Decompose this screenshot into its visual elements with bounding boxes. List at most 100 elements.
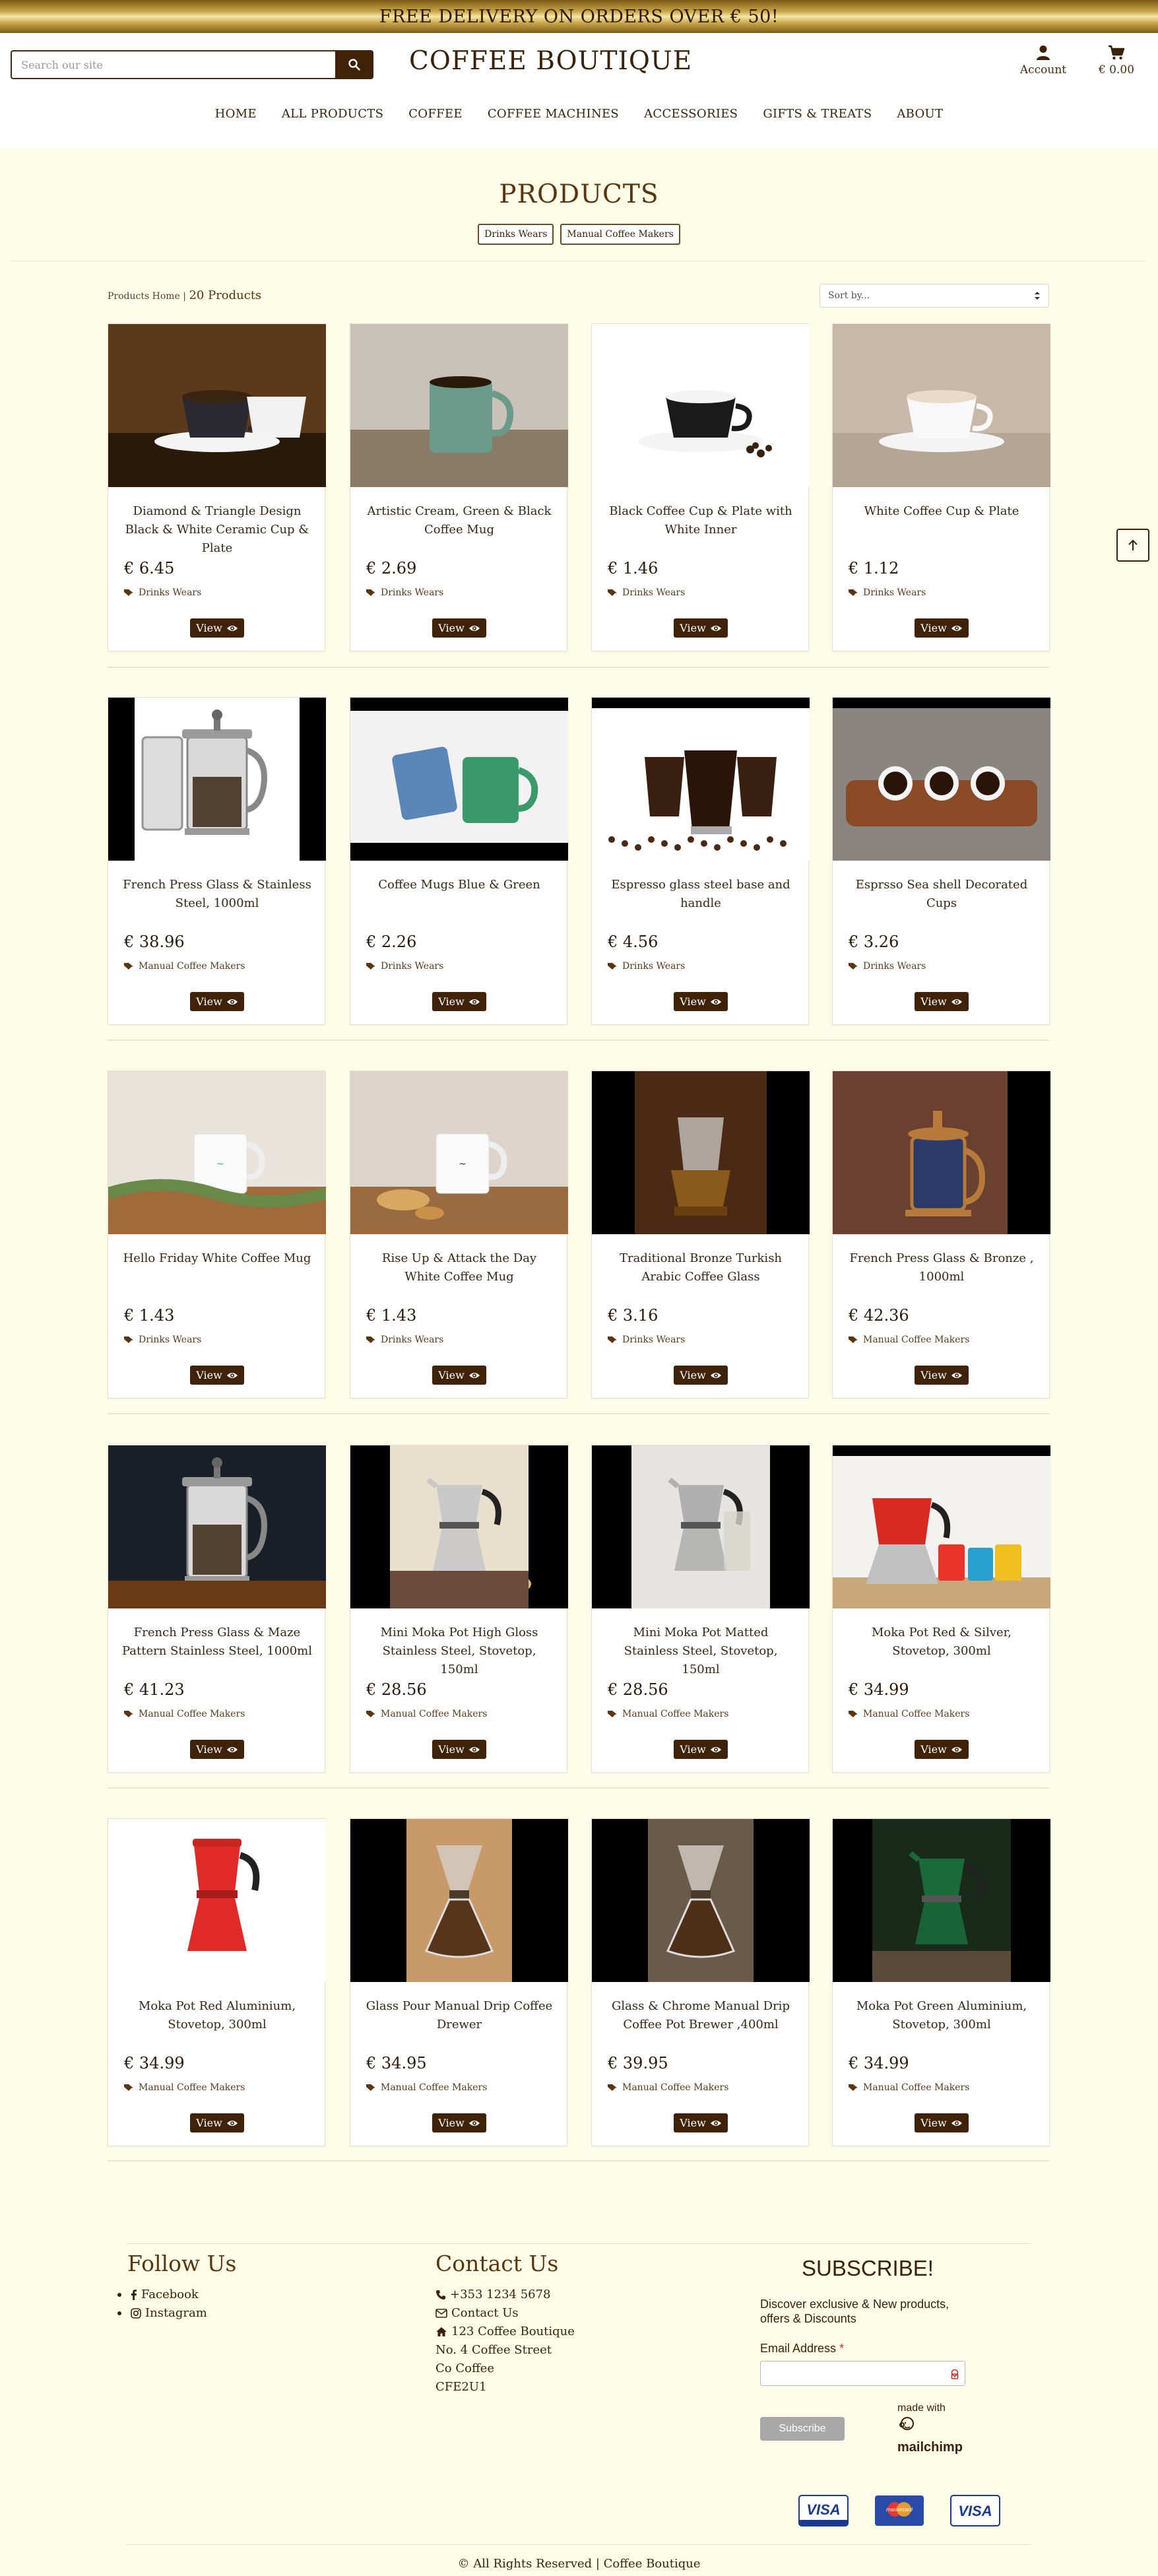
product-card[interactable]: Mini Moka Pot High Gloss Stainless Steel… bbox=[350, 1445, 568, 1773]
product-category[interactable]: Drinks Wears bbox=[366, 1335, 443, 1345]
product-title[interactable]: Moka Pot Red & Silver, Stovetop, 300ml bbox=[846, 1624, 1037, 1661]
product-category[interactable]: Manual Coffee Makers bbox=[366, 2082, 487, 2093]
view-product-button[interactable]: View bbox=[915, 618, 969, 638]
product-category[interactable]: Manual Coffee Makers bbox=[849, 1709, 969, 1719]
product-title[interactable]: Rise Up & Attack the Day White Coffee Mu… bbox=[364, 1249, 555, 1286]
product-image[interactable] bbox=[350, 698, 568, 861]
product-card[interactable]: Moka Pot Green Aluminium, Stovetop, 300m… bbox=[832, 1818, 1050, 2146]
product-card[interactable]: Mini Moka Pot Matted Stainless Steel, St… bbox=[591, 1445, 810, 1773]
product-category[interactable]: Manual Coffee Makers bbox=[124, 961, 245, 972]
nav-home[interactable]: HOME bbox=[203, 107, 269, 121]
product-category[interactable]: Manual Coffee Makers bbox=[849, 2082, 969, 2093]
product-card[interactable]: ~ Hello Friday White Coffee Mug € 1.43 D… bbox=[108, 1071, 326, 1399]
product-image[interactable] bbox=[108, 1445, 326, 1608]
product-title[interactable]: Diamond & Triangle Design Black & White … bbox=[121, 502, 313, 558]
product-image[interactable]: ~ bbox=[108, 1071, 326, 1234]
product-category[interactable]: Drinks Wears bbox=[849, 961, 926, 972]
view-product-button[interactable]: View bbox=[432, 992, 486, 1011]
view-product-button[interactable]: View bbox=[190, 992, 244, 1011]
product-card[interactable]: French Press Glass & Stainless Steel, 10… bbox=[108, 697, 326, 1025]
product-card[interactable]: Black Coffee Cup & Plate with White Inne… bbox=[591, 323, 810, 651]
nav-gifts-treats[interactable]: GIFTS & TREATS bbox=[750, 107, 884, 121]
cart-link[interactable]: € 0.00 bbox=[1090, 45, 1143, 77]
product-card[interactable]: Traditional Bronze Turkish Arabic Coffee… bbox=[591, 1071, 810, 1399]
product-card[interactable]: Moka Pot Red Aluminium, Stovetop, 300ml … bbox=[108, 1818, 326, 2146]
back-to-top-button[interactable] bbox=[1116, 529, 1149, 562]
product-category[interactable]: Drinks Wears bbox=[366, 587, 443, 598]
product-image[interactable] bbox=[833, 1071, 1050, 1234]
product-category[interactable]: Manual Coffee Makers bbox=[849, 1335, 969, 1345]
product-category[interactable]: Drinks Wears bbox=[124, 1335, 201, 1345]
breadcrumb-products-home[interactable]: Products Home bbox=[108, 291, 180, 302]
view-product-button[interactable]: View bbox=[190, 1366, 244, 1385]
phone-item[interactable]: +353 1234 5678 bbox=[435, 2286, 575, 2304]
view-product-button[interactable]: View bbox=[674, 1740, 728, 1759]
product-card[interactable]: Glass Pour Manual Drip Coffee Drewer € 3… bbox=[350, 1818, 568, 2146]
product-image[interactable] bbox=[833, 1445, 1050, 1608]
product-image[interactable] bbox=[592, 324, 810, 487]
view-product-button[interactable]: View bbox=[674, 2113, 728, 2132]
account-link[interactable]: Account bbox=[1013, 45, 1073, 77]
category-pill-manual-coffee-makers[interactable]: Manual Coffee Makers bbox=[560, 224, 680, 245]
view-product-button[interactable]: View bbox=[674, 618, 728, 638]
product-image[interactable] bbox=[350, 1819, 568, 1982]
product-title[interactable]: Artistic Cream, Green & Black Coffee Mug bbox=[364, 502, 555, 539]
product-image[interactable] bbox=[833, 698, 1050, 861]
view-product-button[interactable]: View bbox=[432, 1366, 486, 1385]
product-card[interactable]: ~ Rise Up & Attack the Day White Coffee … bbox=[350, 1071, 568, 1399]
product-card[interactable]: Coffee Mugs Blue & Green € 2.26 Drinks W… bbox=[350, 697, 568, 1025]
view-product-button[interactable]: View bbox=[432, 618, 486, 638]
product-image[interactable] bbox=[108, 1819, 326, 1982]
view-product-button[interactable]: View bbox=[915, 1740, 969, 1759]
product-title[interactable]: Espresso glass steel base and handle bbox=[605, 876, 796, 913]
product-title[interactable]: Glass Pour Manual Drip Coffee Drewer bbox=[364, 1997, 555, 2034]
product-image[interactable] bbox=[592, 1819, 810, 1982]
nav-coffee[interactable]: COFFEE bbox=[396, 107, 475, 121]
product-image[interactable] bbox=[108, 698, 326, 861]
product-title[interactable]: French Press Glass & Stainless Steel, 10… bbox=[121, 876, 313, 913]
product-image[interactable] bbox=[592, 1071, 810, 1234]
subscribe-button[interactable]: Subscribe bbox=[760, 2417, 845, 2441]
view-product-button[interactable]: View bbox=[432, 2113, 486, 2132]
product-card[interactable]: Esprsso Sea shell Decorated Cups € 3.26 … bbox=[832, 697, 1050, 1025]
site-logo[interactable]: COFFEE BOUTIQUE bbox=[409, 46, 692, 76]
product-image[interactable] bbox=[350, 324, 568, 487]
product-category[interactable]: Drinks Wears bbox=[608, 1335, 685, 1345]
product-category[interactable]: Manual Coffee Makers bbox=[124, 2082, 245, 2093]
product-title[interactable]: Hello Friday White Coffee Mug bbox=[121, 1249, 313, 1268]
product-title[interactable]: White Coffee Cup & Plate bbox=[846, 502, 1037, 521]
product-category[interactable]: Drinks Wears bbox=[366, 961, 443, 972]
product-card[interactable]: French Press Glass & Bronze , 1000ml € 4… bbox=[832, 1071, 1050, 1399]
sort-select[interactable]: Sort by... bbox=[820, 284, 1049, 308]
product-image[interactable]: ~ bbox=[350, 1071, 568, 1234]
nav-all-products[interactable]: ALL PRODUCTS bbox=[269, 107, 396, 121]
facebook-link[interactable]: Facebook bbox=[117, 2286, 207, 2304]
search-input[interactable] bbox=[11, 50, 335, 79]
product-category[interactable]: Drinks Wears bbox=[608, 587, 685, 598]
product-category[interactable]: Manual Coffee Makers bbox=[608, 2082, 728, 2093]
product-card[interactable]: Glass & Chrome Manual Drip Coffee Pot Br… bbox=[591, 1818, 810, 2146]
product-card[interactable]: French Press Glass & Maze Pattern Stainl… bbox=[108, 1445, 326, 1773]
product-image[interactable] bbox=[108, 324, 326, 487]
product-title[interactable]: Traditional Bronze Turkish Arabic Coffee… bbox=[605, 1249, 796, 1286]
product-title[interactable]: Moka Pot Red Aluminium, Stovetop, 300ml bbox=[121, 1997, 313, 2034]
product-category[interactable]: Drinks Wears bbox=[124, 587, 201, 598]
product-title[interactable]: French Press Glass & Maze Pattern Stainl… bbox=[121, 1624, 313, 1661]
product-title[interactable]: Black Coffee Cup & Plate with White Inne… bbox=[605, 502, 796, 539]
product-card[interactable]: Diamond & Triangle Design Black & White … bbox=[108, 323, 326, 651]
product-category[interactable]: Manual Coffee Makers bbox=[608, 1709, 728, 1719]
view-product-button[interactable]: View bbox=[190, 618, 244, 638]
nav-coffee-machines[interactable]: COFFEE MACHINES bbox=[475, 107, 631, 121]
product-image[interactable] bbox=[350, 1445, 568, 1608]
product-category[interactable]: Manual Coffee Makers bbox=[366, 1709, 487, 1719]
product-title[interactable]: Mini Moka Pot Matted Stainless Steel, St… bbox=[605, 1624, 796, 1679]
contact-link[interactable]: Contact Us bbox=[435, 2304, 575, 2323]
view-product-button[interactable]: View bbox=[674, 992, 728, 1011]
email-input[interactable] bbox=[760, 2361, 965, 2386]
product-category[interactable]: Drinks Wears bbox=[849, 587, 926, 598]
product-card[interactable]: White Coffee Cup & Plate € 1.12 Drinks W… bbox=[832, 323, 1050, 651]
product-title[interactable]: Mini Moka Pot High Gloss Stainless Steel… bbox=[364, 1624, 555, 1679]
product-title[interactable]: Esprsso Sea shell Decorated Cups bbox=[846, 876, 1037, 913]
product-category[interactable]: Drinks Wears bbox=[608, 961, 685, 972]
category-pill-drinks-wears[interactable]: Drinks Wears bbox=[478, 224, 554, 245]
